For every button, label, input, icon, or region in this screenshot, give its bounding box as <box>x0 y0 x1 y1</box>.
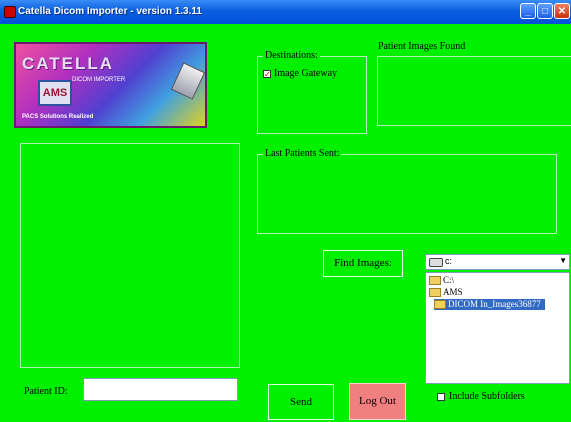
drive-select[interactable]: c: ▼ <box>425 254 570 270</box>
maximize-button[interactable]: □ <box>537 3 553 19</box>
catella-logo: CATELLA AMS DICOM IMPORTER PACS Solution… <box>14 42 207 128</box>
destinations-label: Destinations: <box>263 50 320 61</box>
include-subfolders-checkbox[interactable] <box>437 393 445 401</box>
window-title: Catella Dicom Importer - version 1.3.11 <box>18 6 202 17</box>
patient-list[interactable] <box>20 143 240 368</box>
image-gateway-label: Image Gateway <box>274 68 338 79</box>
disc-icon <box>170 62 205 100</box>
directory-item-selected[interactable]: DICOM In_Images36877 <box>434 299 545 310</box>
logo-tagline: PACS Solutions Realized <box>22 114 94 120</box>
patient-images-list[interactable] <box>377 56 571 126</box>
folder-icon <box>434 300 446 310</box>
directory-label: DICOM In_Images36877 <box>448 299 541 309</box>
chevron-down-icon[interactable]: ▼ <box>559 256 567 265</box>
send-button[interactable]: Send <box>268 384 334 420</box>
title-bar[interactable]: Catella Dicom Importer - version 1.3.11 … <box>0 0 571 24</box>
minimize-button[interactable]: _ <box>520 3 536 19</box>
directory-list[interactable]: C:\ AMS DICOM In_Images36877 <box>425 272 570 384</box>
directory-label: C:\ <box>443 275 455 285</box>
drive-value: c: <box>445 256 453 266</box>
image-gateway-checkbox[interactable]: ✓ <box>263 70 271 79</box>
last-patients-box[interactable] <box>257 154 557 234</box>
app-icon <box>4 6 16 18</box>
logo-wordmark: CATELLA <box>22 54 115 73</box>
patient-id-label: Patient ID: <box>24 386 68 397</box>
directory-item[interactable]: AMS <box>429 287 463 298</box>
drive-icon <box>429 258 443 267</box>
include-subfolders-label: Include Subfolders <box>449 391 525 402</box>
logo-ams-box: AMS <box>38 80 72 106</box>
log-out-button[interactable]: Log Out <box>349 383 406 420</box>
folder-icon <box>429 288 441 298</box>
app-window: Catella Dicom Importer - version 1.3.11 … <box>0 0 571 422</box>
last-patients-label: Last Patients Sent: <box>263 148 342 159</box>
directory-label: AMS <box>443 287 463 297</box>
patient-id-input[interactable] <box>83 378 238 401</box>
close-button[interactable]: ✕ <box>554 3 570 19</box>
folder-icon <box>429 276 441 286</box>
find-images-button[interactable]: Find Images: <box>323 250 403 277</box>
logo-subtitle: DICOM IMPORTER <box>72 77 126 83</box>
patient-images-label: Patient Images Found <box>378 41 466 52</box>
directory-item[interactable]: C:\ <box>429 275 454 286</box>
